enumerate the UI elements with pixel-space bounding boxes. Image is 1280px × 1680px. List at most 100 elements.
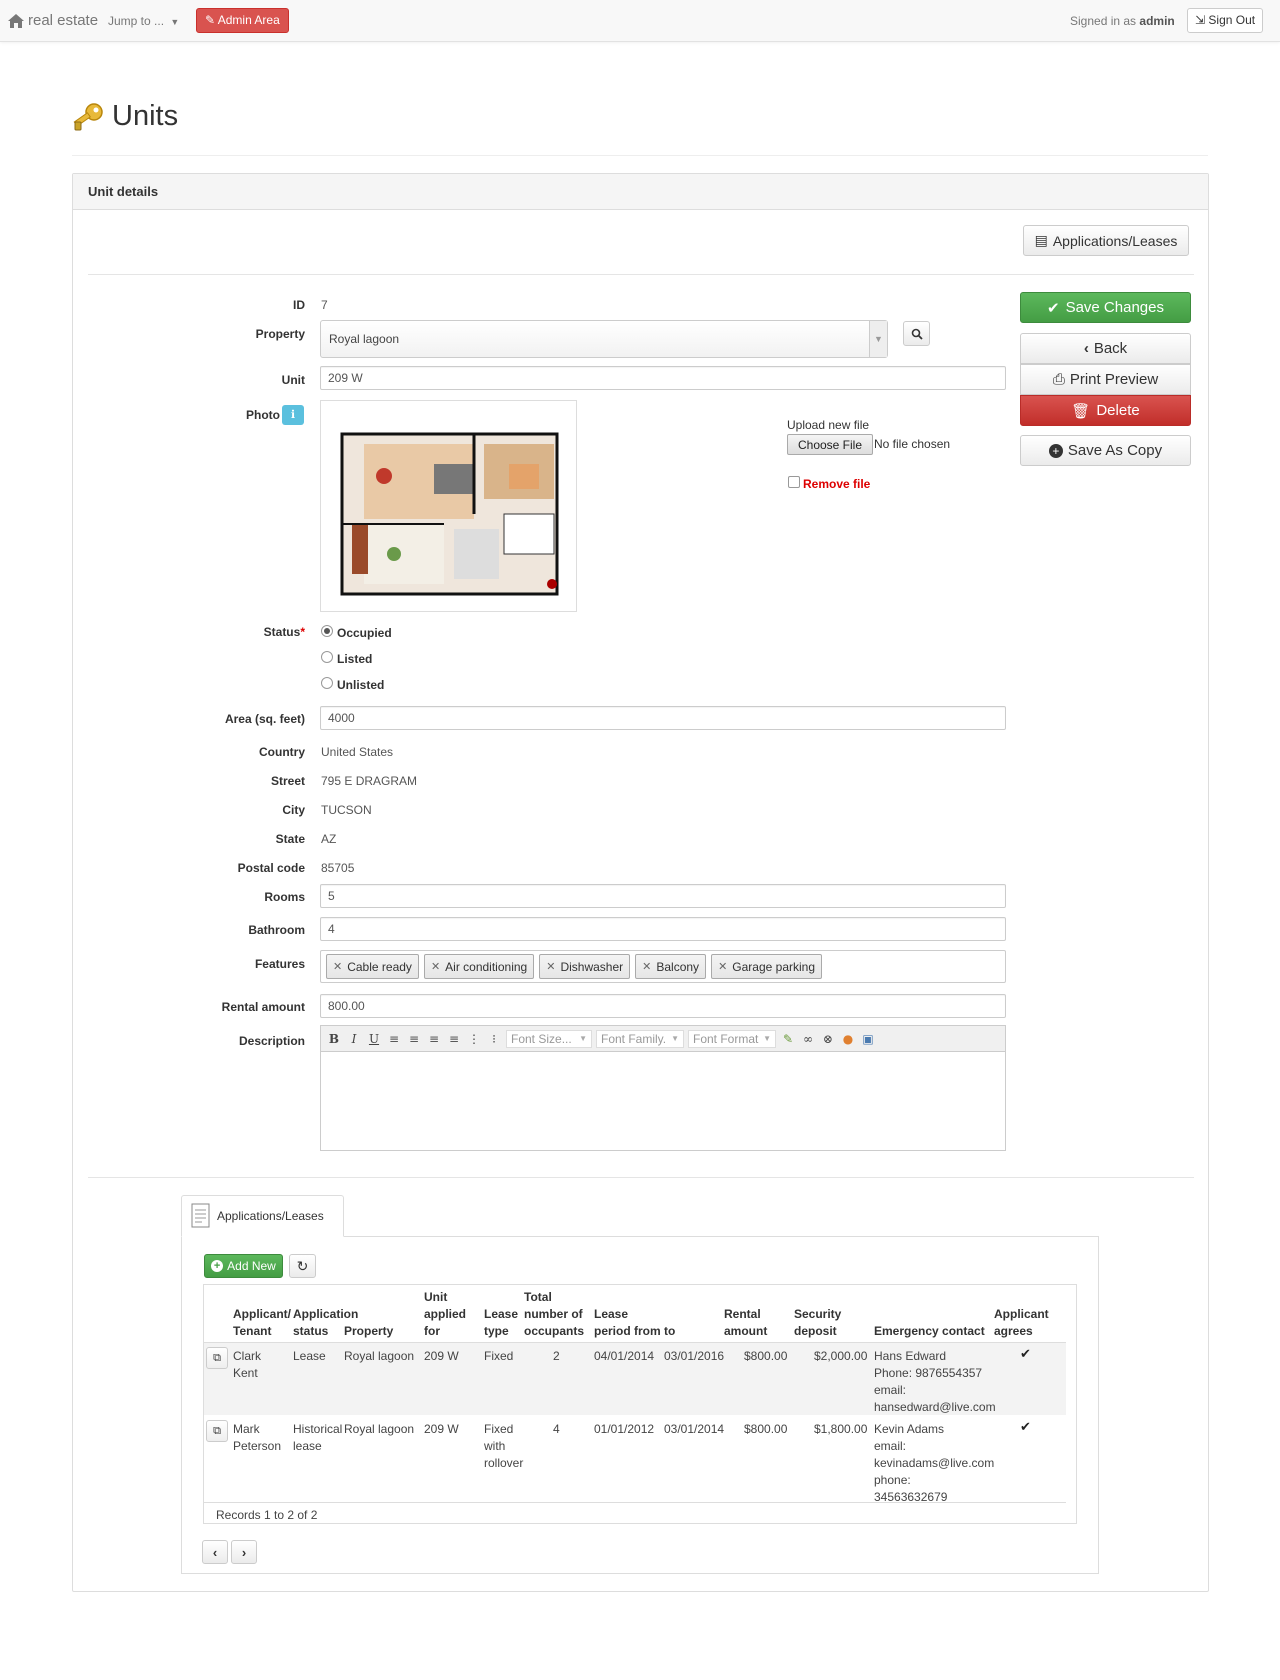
next-page-button[interactable]: › — [231, 1540, 257, 1564]
save-changes-button[interactable]: ✔ Save Changes — [1020, 292, 1191, 323]
remove-tag-icon[interactable]: ✕ — [642, 960, 651, 973]
admin-area-button[interactable]: ✎ Admin Area — [196, 8, 289, 33]
cell-line: lease — [293, 1439, 322, 1453]
prev-page-button[interactable]: ‹ — [202, 1540, 228, 1564]
col-header-applicant: Applicant/Tenant — [233, 1306, 291, 1340]
area-input[interactable]: 4000 — [320, 706, 1006, 730]
save-as-copy-button[interactable]: + Save As Copy — [1020, 435, 1191, 466]
align-left-icon[interactable]: ≡ — [386, 1032, 402, 1046]
feature-tag-label: Dishwasher — [560, 959, 624, 974]
tab-applications-leases[interactable]: Applications/Leases — [181, 1195, 344, 1237]
col-header-line: Unit — [424, 1290, 448, 1304]
col-header-unit: Unit applied for — [424, 1289, 466, 1340]
justify-icon[interactable]: ≡ — [446, 1032, 462, 1046]
no-file-chosen-text: No file chosen — [874, 437, 951, 451]
align-center-icon[interactable]: ≡ — [406, 1032, 422, 1046]
col-header-line: Rental — [724, 1307, 761, 1321]
property-select[interactable]: Royal lagoon ▼ — [320, 320, 888, 358]
cell-line: Fixed — [484, 1422, 514, 1436]
add-new-button[interactable]: + Add New — [204, 1254, 283, 1278]
remove-file-checkbox[interactable] — [788, 476, 800, 488]
remove-tag-icon[interactable]: ✕ — [718, 960, 727, 973]
delete-label: Delete — [1096, 402, 1140, 419]
postal-code-label: Postal code — [237, 861, 305, 875]
col-header-line: Security — [794, 1307, 842, 1321]
col-header-line: occupants — [524, 1324, 585, 1338]
cell-line: kevinadams@live.com — [874, 1456, 995, 1470]
bathroom-input[interactable]: 4 — [320, 917, 1006, 941]
remove-tag-icon[interactable]: ✕ — [333, 960, 342, 973]
status-listed-radio[interactable] — [321, 651, 333, 663]
col-header-line: type — [484, 1324, 509, 1338]
brand-link[interactable]: real estate — [8, 12, 98, 29]
sign-out-button[interactable]: ⇲ Sign Out — [1187, 8, 1264, 33]
col-header-lease-from: Lease period from — [594, 1306, 661, 1340]
cell-line: Mark — [233, 1422, 260, 1436]
cell-line: Fixed — [484, 1349, 514, 1363]
feature-tag: ✕ Cable ready — [326, 954, 419, 979]
font-format-label: Font Format — [693, 1031, 759, 1046]
status-occupied-radio[interactable] — [321, 625, 333, 637]
state-label: State — [275, 832, 305, 846]
print-preview-button[interactable]: ⎙ Print Preview — [1020, 364, 1191, 395]
ordered-list-icon[interactable]: ⋮ — [466, 1032, 482, 1046]
features-tag-input[interactable]: ✕ Cable ready ✕ Air conditioning ✕ Dishwash… — [320, 950, 1006, 983]
rental-amount-input[interactable]: 800.00 — [320, 994, 1006, 1018]
cell-to: 03/01/2014 — [664, 1422, 725, 1436]
refresh-button[interactable]: ↻ — [289, 1254, 316, 1278]
cell-line: Kent — [233, 1366, 258, 1380]
upload-new-file-label: Upload new file — [787, 418, 870, 432]
feature-tag: ✕ Balcony — [635, 954, 707, 979]
remove-tag-icon[interactable]: ✕ — [431, 960, 440, 973]
cell-line: Clark — [233, 1349, 262, 1363]
rooms-input[interactable]: 5 — [320, 884, 1006, 908]
property-search-button[interactable] — [903, 321, 930, 346]
col-header-line: Total — [524, 1290, 552, 1304]
col-header-line: Property — [344, 1324, 394, 1338]
font-size-select[interactable]: Font Size... ▼ — [506, 1029, 592, 1048]
choose-file-button[interactable]: Choose File — [787, 434, 873, 455]
col-header-line: Tenant — [233, 1324, 272, 1338]
font-family-select[interactable]: Font Family. ▼ — [596, 1029, 684, 1048]
open-record-button[interactable]: ⧉ — [206, 1347, 228, 1369]
underline-icon[interactable]: U — [366, 1032, 382, 1046]
back-button[interactable]: ‹ Back — [1020, 333, 1191, 364]
col-header-line: amount — [724, 1324, 768, 1338]
cell-unit: 209 W — [424, 1349, 459, 1363]
bullet-list-icon[interactable]: ⁝ — [486, 1032, 502, 1046]
paste-icon[interactable]: ✎ — [780, 1032, 796, 1046]
delete-button[interactable]: 🗑 Delete — [1020, 395, 1191, 426]
open-record-button[interactable]: ⧉ — [206, 1420, 228, 1442]
align-right-icon[interactable]: ≡ — [426, 1032, 442, 1046]
photo-label: Photo — [246, 408, 280, 422]
wrench-icon: ✎ — [205, 13, 216, 27]
description-label: Description — [238, 1034, 305, 1048]
unit-input[interactable]: 209 W — [320, 366, 1006, 390]
tab-applications-leases-label: Applications/Leases — [217, 1209, 324, 1223]
cell-lease-type: Fixed — [484, 1348, 513, 1365]
applications-leases-button[interactable]: ▤ Applications/Leases — [1023, 225, 1189, 256]
italic-icon[interactable]: I — [346, 1032, 362, 1046]
col-header-line: agrees — [994, 1324, 1033, 1338]
font-format-select[interactable]: Font Format ▼ — [688, 1029, 776, 1048]
cell-property: Royal lagoon — [344, 1422, 415, 1436]
applications-leases-label: Applications/Leases — [1052, 232, 1178, 249]
jump-to-menu[interactable]: Jump to ... ▼ — [108, 14, 179, 28]
source-icon[interactable]: ▣ — [860, 1032, 876, 1046]
bold-icon[interactable]: B — [326, 1032, 342, 1046]
records-count: Records 1 to 2 of 2 — [216, 1508, 318, 1522]
bathroom-label: Bathroom — [248, 923, 305, 937]
link-icon[interactable]: ∞ — [800, 1032, 816, 1046]
save-as-copy-label: Save As Copy — [1067, 442, 1163, 459]
remove-tag-icon[interactable]: ✕ — [546, 960, 555, 973]
panel-heading: Unit details — [73, 174, 1208, 210]
rooms-label: Rooms — [264, 890, 305, 904]
status-unlisted-radio[interactable] — [321, 677, 333, 689]
chevron-left-icon: ‹ — [1083, 340, 1089, 357]
unit-label: Unit — [281, 373, 305, 387]
info-icon[interactable]: ℹ — [282, 405, 304, 425]
col-header-line: deposit — [794, 1324, 837, 1338]
color-icon[interactable]: ● — [840, 1032, 856, 1046]
signed-in-prefix: Signed in as — [1070, 14, 1137, 28]
unlink-icon[interactable]: ⊗ — [820, 1032, 836, 1046]
